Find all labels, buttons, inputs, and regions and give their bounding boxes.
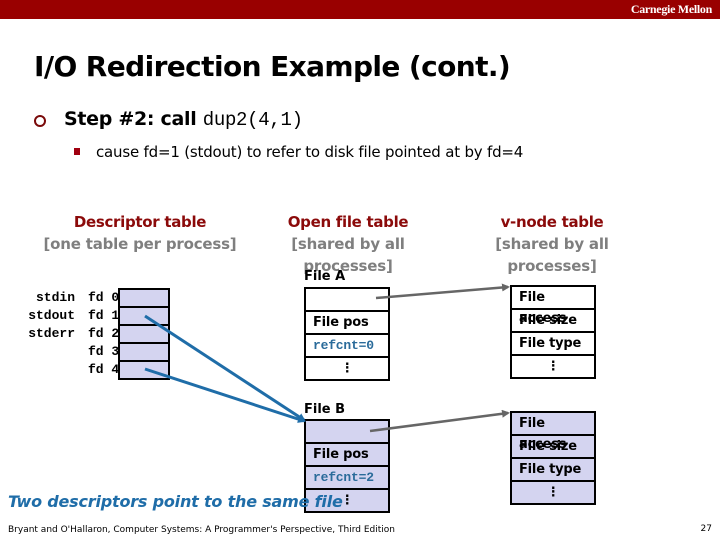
vnode-subtitle: [shared by all processes] — [495, 235, 609, 275]
vnode-a-file-type: File type — [512, 333, 594, 356]
file-b-refcnt: refcnt=2 — [306, 467, 388, 490]
descriptor-entry-2 — [120, 326, 168, 344]
footer-citation: Bryant and O'Hallaron, Computer Systems:… — [8, 525, 395, 535]
bullet-step: Step #2: call dup2(4,1) — [64, 108, 303, 131]
file-a-file-pos: File pos — [306, 312, 388, 335]
vnode-b-file-size: File size — [512, 436, 594, 459]
descriptor-table — [118, 288, 170, 380]
slide-title: I/O Redirection Example (cont.) — [34, 50, 511, 83]
descriptor-entry-1 — [120, 308, 168, 326]
stream-label-stdout: stdout — [28, 308, 75, 323]
page-number: 27 — [700, 524, 712, 534]
file-b-vnode-ptr-cell — [306, 421, 388, 444]
stream-label-stderr: stderr — [28, 326, 75, 341]
stream-label-stdin: stdin — [35, 290, 75, 305]
vnode-b-table: File access File size File type ⋮ — [510, 411, 596, 505]
file-a-refcnt: refcnt=0 — [306, 335, 388, 358]
file-a-to-vnode-arrow — [375, 283, 510, 300]
descriptor-header: Descriptor table [one table per process] — [40, 211, 240, 255]
ring-bullet-icon — [34, 115, 46, 127]
vnode-b-file-access: File access — [512, 413, 594, 452]
vnode-header: v-node table [shared by all processes] — [452, 211, 652, 277]
file-a-label: File A — [304, 269, 346, 284]
brand-name: Carnegie Mellon — [630, 2, 712, 16]
vnode-a-file-access: File access — [512, 287, 594, 326]
file-a-more: ⋮ — [340, 361, 354, 376]
descriptor-title: Descriptor table — [73, 213, 207, 231]
descriptor-entry-4 — [120, 362, 168, 378]
fd-label-0: fd 0 — [88, 290, 120, 305]
vnode-a-file-size: File size — [512, 310, 594, 333]
vnode-a-more: ⋮ — [546, 359, 560, 374]
vnode-a-table: File access File size File type ⋮ — [510, 285, 596, 379]
openfile-subtitle: [shared by all processes] — [291, 235, 405, 275]
brand-bar: Carnegie Mellon — [0, 0, 720, 19]
descriptor-entry-0 — [120, 290, 168, 308]
callout-note: Two descriptors point to the same file — [8, 492, 343, 511]
descriptor-subtitle: [one table per process] — [43, 235, 237, 253]
fd-label-4: fd 4 — [88, 362, 120, 377]
file-b-to-vnode-arrow — [369, 409, 510, 433]
bullet-detail: cause fd=1 (stdout) to refer to disk fil… — [96, 143, 524, 161]
file-a-vnode-ptr-cell — [306, 289, 388, 312]
bullet-step-prefix: Step #2: call — [64, 108, 203, 130]
bullet-step-code: dup2(4,1) — [202, 109, 303, 131]
vnode-b-more: ⋮ — [546, 485, 560, 500]
vnode-b-file-type: File type — [512, 459, 594, 482]
file-b-label: File B — [304, 402, 346, 417]
fd-label-2: fd 2 — [88, 326, 120, 341]
openfile-title: Open file table — [287, 213, 409, 231]
file-a-table: File pos refcnt=0 ⋮ — [304, 287, 390, 381]
square-bullet-icon — [74, 148, 80, 155]
vnode-title: v-node table — [500, 213, 604, 231]
file-b-file-pos: File pos — [306, 444, 388, 467]
fd-label-3: fd 3 — [88, 344, 120, 359]
openfile-header: Open file table [shared by all processes… — [248, 211, 448, 277]
fd-label-1: fd 1 — [88, 308, 120, 323]
descriptor-entry-3 — [120, 344, 168, 362]
